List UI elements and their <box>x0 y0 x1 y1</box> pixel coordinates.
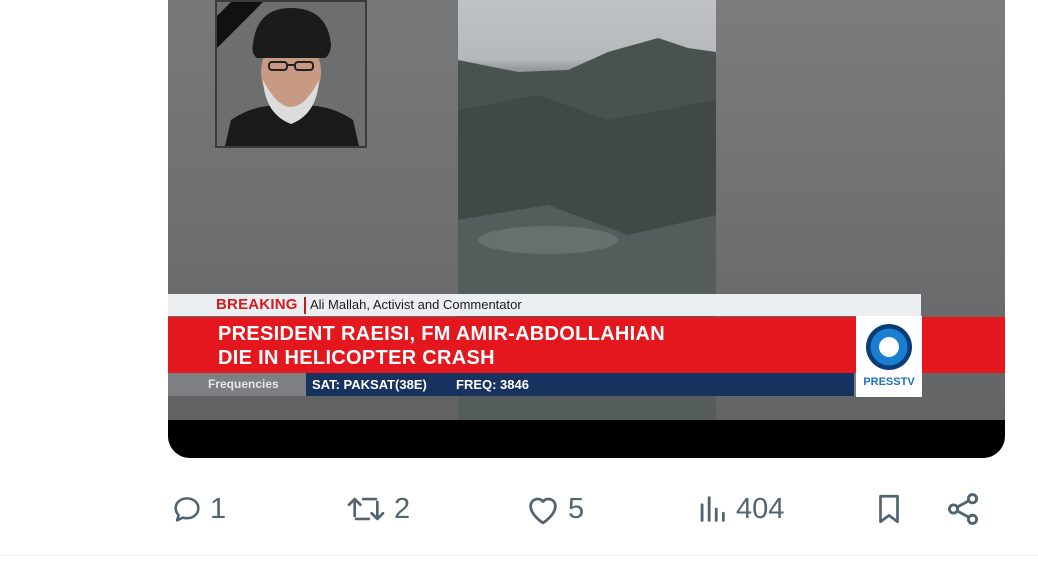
share-button[interactable] <box>944 482 982 536</box>
breaking-label: BREAKING <box>216 296 298 313</box>
repost-icon <box>344 492 388 526</box>
bookmark-button[interactable] <box>872 482 906 536</box>
tweet-divider <box>0 555 1038 556</box>
reply-count: 1 <box>210 492 227 525</box>
guest-caption: Ali Mallah, Activist and Commentator <box>310 297 522 312</box>
portrait-inset <box>215 0 367 148</box>
tweet-media-video[interactable]: BREAKING Ali Mallah, Activist and Commen… <box>168 0 1005 458</box>
frequency-text: FREQ: 3846 <box>456 377 529 392</box>
repost-button[interactable]: 2 <box>344 482 410 536</box>
channel-logo-text: PRESSTV <box>863 376 915 388</box>
views-count: 404 <box>736 492 785 525</box>
news-lower-third: BREAKING Ali Mallah, Activist and Commen… <box>168 294 1005 398</box>
tweet-action-bar: 1 2 5 404 <box>0 482 1038 536</box>
like-icon <box>524 492 562 526</box>
repost-count: 2 <box>394 492 411 525</box>
strip-separator <box>304 297 306 314</box>
bookmark-icon <box>872 491 906 527</box>
frequencies-label: Frequencies <box>208 377 279 391</box>
like-count: 5 <box>568 492 585 525</box>
frequency-box: SAT: PAKSAT(38E) FREQ: 3846 <box>306 373 854 396</box>
portrait-person <box>217 2 365 146</box>
frequency-strip: Frequencies SAT: PAKSAT(38E) FREQ: 3846 <box>168 373 921 396</box>
share-icon <box>944 490 982 528</box>
channel-logo-icon <box>866 324 912 370</box>
guest-strip: BREAKING Ali Mallah, Activist and Commen… <box>168 294 921 316</box>
headline-line-2: DIE IN HELICOPTER CRASH <box>218 347 495 369</box>
reply-icon <box>170 492 204 526</box>
channel-logo: PRESSTV <box>856 316 922 397</box>
headline-line-1: PRESIDENT RAEISI, FM AMIR-ABDOLLAHIAN <box>218 323 666 345</box>
views-icon <box>694 492 730 526</box>
headline: PRESIDENT RAEISI, FM AMIR-ABDOLLAHIAN DI… <box>218 322 665 370</box>
reply-button[interactable]: 1 <box>170 482 226 536</box>
satellite-text: SAT: PAKSAT(38E) <box>312 377 427 392</box>
views-button[interactable]: 404 <box>694 482 784 536</box>
video-bottom-bar <box>168 420 1005 458</box>
like-button[interactable]: 5 <box>524 482 584 536</box>
